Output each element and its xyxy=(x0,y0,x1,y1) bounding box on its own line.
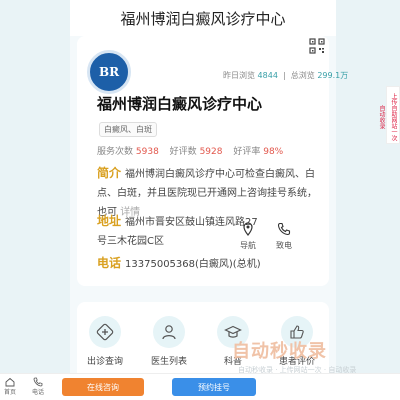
bottom-phone-button[interactable]: 电话 xyxy=(32,377,44,396)
phone-number[interactable]: 13375005368(白癜风)(总机) xyxy=(125,259,261,270)
address-label: 地址 xyxy=(97,214,122,228)
call-button[interactable]: 致电 xyxy=(271,222,297,251)
service-schedule[interactable]: 出诊查询 xyxy=(85,316,125,367)
bottom-home-button[interactable]: 首页 xyxy=(4,377,16,396)
reserve-button[interactable]: 预约挂号 xyxy=(172,378,256,396)
phone-label: 电话 xyxy=(97,256,122,270)
navigate-button[interactable]: 导航 xyxy=(235,222,261,251)
phone-section: 电话 13375005368(白癜风)(总机) xyxy=(97,254,297,274)
qr-code-icon[interactable] xyxy=(309,38,325,54)
app-header: 福州博润白癜风诊疗中心 xyxy=(70,0,336,36)
specialty-tag: 白癜风、白斑 xyxy=(99,122,157,137)
hospital-name: 福州博润白癜风诊疗中心 xyxy=(97,95,263,113)
doctor-icon xyxy=(162,325,176,340)
side-float-button[interactable]: 上传自助网站一次自动收录 xyxy=(378,86,400,144)
hospital-card: BR 昨日浏览 4844 | 总浏览 299.1万 福州博润白癜风诊疗中心 白癜… xyxy=(77,36,348,286)
contact-actions: 导航 致电 xyxy=(235,222,297,251)
location-pin-icon xyxy=(243,222,253,236)
intro-label: 简介 xyxy=(97,166,122,180)
address-text: 福州市晋安区鼓山镇连风路27号三木花园C区 xyxy=(97,217,258,247)
stethoscope-icon xyxy=(96,323,114,341)
phone-icon xyxy=(33,377,43,387)
home-icon xyxy=(5,377,15,387)
watermark: 自动秒收录 xyxy=(232,341,327,362)
view-stats: 昨日浏览 4844 | 总浏览 299.1万 xyxy=(223,71,349,80)
online-consult-button[interactable]: 在线咨询 xyxy=(62,378,144,396)
page-title: 福州博润白癜风诊疗中心 xyxy=(120,9,286,28)
hospital-logo: BR xyxy=(87,50,131,94)
phone-icon xyxy=(277,222,291,236)
service-metrics: 服务次数 5938 好评数 5928 好评率 98% xyxy=(97,147,284,157)
service-doctors[interactable]: 医生列表 xyxy=(149,316,189,367)
